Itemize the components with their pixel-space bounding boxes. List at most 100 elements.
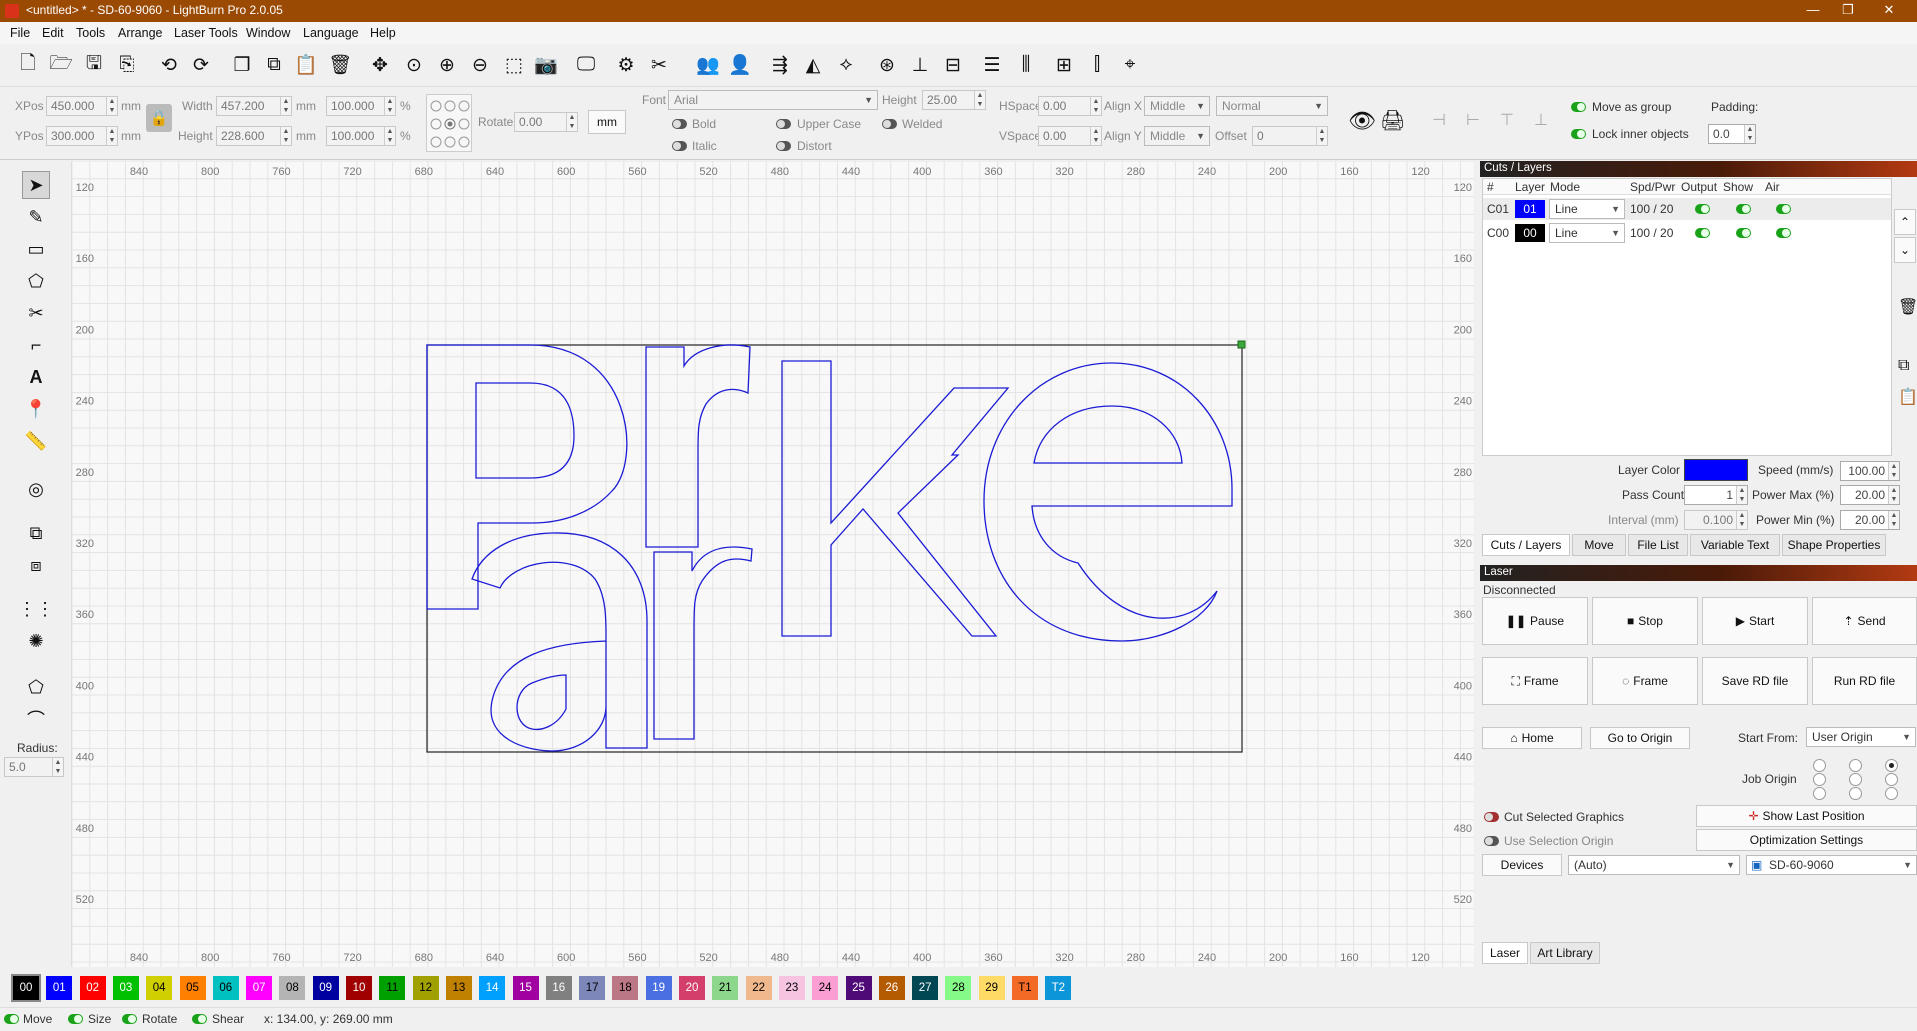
eye-preview-icon[interactable]: 👁 <box>1348 108 1376 134</box>
devices-button[interactable]: Devices <box>1482 854 1562 876</box>
group-icon[interactable]: 👥 <box>694 51 722 79</box>
device-select[interactable]: ▣ SD-60-9060 ▼ <box>1746 855 1917 875</box>
palette-swatch[interactable]: 27 <box>912 976 939 1000</box>
boolean-subtract-icon[interactable]: ⧈ <box>22 551 50 579</box>
spinner-icon[interactable]: ▲ ▼ <box>1888 511 1899 529</box>
zoom-fit-icon[interactable]: ⊙ <box>400 51 428 79</box>
origin-radio[interactable] <box>1813 787 1826 800</box>
spinner-icon[interactable]: ▲ ▼ <box>384 97 395 115</box>
tab-variable-text[interactable]: Variable Text <box>1690 534 1780 556</box>
xpos-input[interactable]: 450.000 ▲ ▼ <box>46 96 118 116</box>
palette-swatch[interactable]: 10 <box>346 976 372 1000</box>
spinner-icon[interactable]: ▲ ▼ <box>1316 127 1327 145</box>
palette-swatch[interactable]: 22 <box>745 976 772 1000</box>
palette-swatch[interactable]: 05 <box>179 976 206 1000</box>
menu-laser-tools[interactable]: Laser Tools <box>174 26 238 40</box>
spinner-icon[interactable]: ▲ ▼ <box>1090 127 1101 145</box>
italic-toggle[interactable] <box>672 141 687 151</box>
menu-tools[interactable]: Tools <box>76 26 105 40</box>
mode-select[interactable]: Line ▼ <box>1549 223 1625 243</box>
move-layer-down-icon[interactable]: ⌄ <box>1894 237 1916 263</box>
send-button[interactable]: ⇡ Send <box>1812 597 1917 645</box>
interval-input[interactable]: 0.100 ▲ ▼ <box>1684 510 1748 530</box>
undo-icon[interactable]: ⟲ <box>155 51 183 79</box>
maximize-button[interactable]: ❐ <box>1833 2 1863 18</box>
save-rd-file-button[interactable]: Save RD file <box>1702 657 1808 705</box>
palette-swatch[interactable]: 18 <box>612 976 639 1000</box>
bold-toggle[interactable] <box>672 119 687 129</box>
origin-radio[interactable] <box>1813 759 1826 772</box>
vspace-input[interactable]: 0.00 ▲ ▼ <box>1038 126 1102 146</box>
output-toggle[interactable] <box>1695 228 1710 238</box>
pen-tool-icon[interactable]: ✎ <box>22 203 50 231</box>
new-file-icon[interactable]: 🗋 <box>14 51 42 79</box>
palette-swatch[interactable]: 29 <box>978 976 1005 1000</box>
menu-file[interactable]: File <box>10 26 30 40</box>
pass-count-input[interactable]: 1 ▲ ▼ <box>1684 485 1748 505</box>
spinner-icon[interactable]: ▲ ▼ <box>52 758 63 776</box>
move-icon[interactable]: ✥ <box>366 51 394 79</box>
spinner-icon[interactable]: ▲ ▼ <box>106 97 117 115</box>
welded-toggle[interactable] <box>882 119 897 129</box>
rotate-icon[interactable]: ⟡ <box>832 51 860 79</box>
copy-icon[interactable]: ❐ <box>228 51 256 79</box>
zoom-out-icon[interactable]: ⊖ <box>466 51 494 79</box>
menu-arrange[interactable]: Arrange <box>118 26 162 40</box>
output-toggle[interactable] <box>1695 204 1710 214</box>
spinner-icon[interactable]: ▲ ▼ <box>1744 125 1755 143</box>
spinner-icon[interactable]: ▲ ▼ <box>106 127 117 145</box>
measure-tool-icon[interactable]: 📏 <box>22 427 50 455</box>
width-input[interactable]: 457.200 ▲ ▼ <box>216 96 292 116</box>
move-as-group-toggle[interactable] <box>1571 102 1586 112</box>
boolean-union-icon[interactable]: ⧉ <box>22 519 50 547</box>
spinner-icon[interactable]: ▲ ▼ <box>384 127 395 145</box>
palette-swatch[interactable]: 13 <box>445 976 472 1000</box>
spinner-icon[interactable]: ▲ ▼ <box>1090 97 1101 115</box>
go-to-origin-button[interactable]: Go to Origin <box>1590 727 1690 749</box>
air-toggle[interactable] <box>1776 204 1791 214</box>
delete-icon[interactable]: 🗑 <box>326 51 354 79</box>
palette-swatch[interactable]: 03 <box>112 976 139 1000</box>
palette-swatch[interactable]: 23 <box>778 976 805 1000</box>
tab-laser[interactable]: Laser <box>1482 942 1528 964</box>
origin-radio[interactable] <box>1849 787 1862 800</box>
show-last-position-button[interactable]: ✛ Show Last Position <box>1696 805 1917 827</box>
edit-nodes-icon[interactable]: ⬠ <box>22 673 50 701</box>
lock-icon[interactable]: 🔒 <box>146 104 172 132</box>
distribute-h-icon[interactable]: ⊞ <box>1050 51 1078 79</box>
tab-file-list[interactable]: File List <box>1628 534 1688 556</box>
palette-swatch[interactable]: 01 <box>46 976 73 1000</box>
spinner-icon[interactable]: ▲ ▼ <box>280 97 291 115</box>
select-tool-icon[interactable]: ➤ <box>22 171 50 199</box>
power-max-input[interactable]: 20.00 ▲ ▼ <box>1840 485 1900 505</box>
dock-left-icon[interactable]: ⊣ <box>1432 110 1446 130</box>
selection-handle[interactable] <box>1237 340 1246 349</box>
shear-toggle[interactable] <box>192 1014 207 1024</box>
spinner-icon[interactable]: ▲ ▼ <box>1888 462 1899 480</box>
palette-swatch[interactable]: 25 <box>845 976 872 1000</box>
power-min-input[interactable]: 20.00 ▲ ▼ <box>1840 510 1900 530</box>
spinner-icon[interactable]: ▲ ▼ <box>1888 486 1899 504</box>
close-button[interactable]: ✕ <box>1874 2 1904 18</box>
show-toggle[interactable] <box>1736 228 1751 238</box>
palette-swatch[interactable]: 16 <box>545 976 572 1000</box>
radius-input[interactable]: 5.0 ▲ ▼ <box>4 757 64 777</box>
palette-swatch[interactable]: 26 <box>878 976 905 1000</box>
palette-swatch[interactable]: 15 <box>512 976 539 1000</box>
camera-icon[interactable]: 📷 <box>532 51 560 79</box>
tab-move[interactable]: Move <box>1572 534 1626 556</box>
position-laser-icon[interactable]: 📍 <box>22 395 50 423</box>
spinner-icon[interactable]: ▲ ▼ <box>280 127 291 145</box>
palette-swatch[interactable]: 04 <box>146 976 173 1000</box>
align-center-icon[interactable]: ⊟ <box>939 51 967 79</box>
air-toggle[interactable] <box>1776 228 1791 238</box>
distort-toggle[interactable] <box>776 141 791 151</box>
layer-color-swatch[interactable]: 01 <box>1515 200 1545 218</box>
circular-array-icon[interactable]: ✺ <box>22 627 50 655</box>
menu-edit[interactable]: Edit <box>42 26 64 40</box>
dock-bottom-icon[interactable]: ⊥ <box>1534 110 1548 130</box>
palette-swatch[interactable]: 24 <box>812 976 839 1000</box>
printer-icon[interactable]: 🖨 <box>1380 108 1405 133</box>
text-mode-select[interactable]: Normal ▼ <box>1216 96 1328 116</box>
origin-radio[interactable] <box>1849 759 1862 772</box>
